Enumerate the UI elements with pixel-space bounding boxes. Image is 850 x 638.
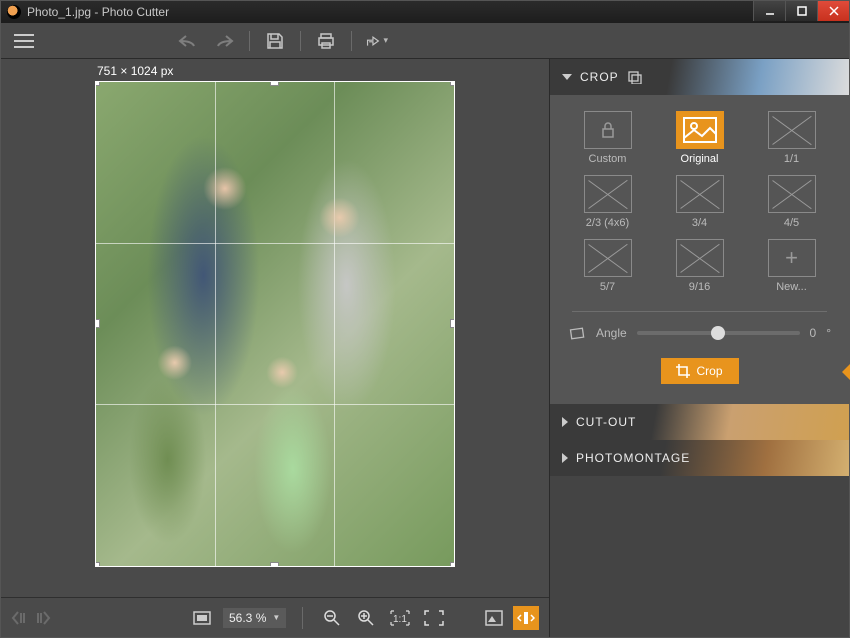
divider [572,311,827,312]
app-logo-icon [7,5,21,19]
svg-text:1:1: 1:1 [393,614,407,625]
grid-line [96,404,454,405]
compare-view-button[interactable] [481,606,507,630]
crop-handle[interactable] [450,562,455,567]
ratio-icon: + [768,239,816,277]
actual-size-button[interactable]: 1:1 [387,606,413,630]
zoom-percent[interactable]: 56.3 %▼ [223,608,286,628]
angle-value: 0 [810,326,817,340]
ratio-label: 9/16 [689,281,710,293]
ratio-icon [768,111,816,149]
ratio-1-1[interactable]: 1/1 [755,111,829,165]
angle-slider[interactable] [637,331,800,335]
zoom-in-button[interactable] [353,606,379,630]
crop-handle[interactable] [450,81,455,86]
separator [300,31,301,51]
fit-screen-button[interactable] [189,606,215,630]
crop-button-label: Crop [696,364,722,378]
ratio-icon [584,175,632,213]
print-button[interactable] [315,30,337,52]
window-title: Photo_1.jpg - Photo Cutter [27,5,169,19]
next-image-button[interactable] [33,609,51,627]
ratio-label: New... [776,281,807,293]
bottom-bar: 56.3 %▼ 1:1 [1,597,549,637]
ratio-icon [676,175,724,213]
grid-line [215,82,216,566]
expand-panel-arrow-icon[interactable] [842,364,850,380]
save-button[interactable] [264,30,286,52]
chevron-right-icon [562,453,568,463]
prev-image-button[interactable] [11,609,29,627]
crop-icon [676,364,690,378]
ratio-2-3-4x6-[interactable]: 2/3 (4x6) [571,175,645,229]
ratio-9-16[interactable]: 9/16 [663,239,737,293]
crop-handle[interactable] [270,562,279,567]
zoom-out-button[interactable] [319,606,345,630]
crop-handle[interactable] [450,319,455,328]
photomontage-panel-label: PHOTOMONTAGE [576,451,690,465]
crop-panel-label: CROP [580,70,619,84]
crop-handle[interactable] [270,81,279,86]
crop-panel-body: Custom Original 1/1 2/3 (4x6) 3/4 4/5 5/7 9/16 +… [550,95,849,404]
ratio-5-7[interactable]: 5/7 [571,239,645,293]
ratio-3-4[interactable]: 3/4 [663,175,737,229]
ratio-icon [676,239,724,277]
undo-button[interactable] [177,30,199,52]
separator [351,31,352,51]
angle-unit: ° [826,326,831,340]
crop-handle[interactable] [95,319,100,328]
grid-line [96,243,454,244]
ratio-icon [768,175,816,213]
close-button[interactable] [817,1,849,21]
side-panel: CROP Custom Original 1/1 2/3 (4x6) 3/4 4/5 5/7… [549,59,849,637]
menu-button[interactable] [11,28,37,54]
angle-label: Angle [596,326,627,340]
titlebar: Photo_1.jpg - Photo Cutter [1,1,849,23]
ratio-label: 5/7 [600,281,615,293]
minimize-button[interactable] [753,1,785,21]
zoom-value: 56.3 % [229,611,266,625]
ratio-label: 3/4 [692,217,707,229]
crop-panel-header[interactable]: CROP [550,59,849,95]
separator [302,607,303,629]
chevron-right-icon [562,417,568,427]
ratio-icon [676,111,724,149]
rotate-icon [568,326,586,340]
photomontage-panel-header[interactable]: PHOTOMONTAGE [550,440,849,476]
main-toolbar: ▾ [1,23,849,59]
chevron-down-icon [562,74,572,80]
single-view-button[interactable] [513,606,539,630]
separator [249,31,250,51]
ratio-custom[interactable]: Custom [571,111,645,165]
crop-rectangle[interactable] [95,81,455,567]
ratio-icon [584,111,632,149]
grid-line [334,82,335,566]
maximize-button[interactable] [785,1,817,21]
ratio-label: Original [681,153,719,165]
ratio-icon [584,239,632,277]
ratio-4-5[interactable]: 4/5 [755,175,829,229]
ratio-label: 4/5 [784,217,799,229]
ratio-original[interactable]: Original [663,111,737,165]
redo-button[interactable] [213,30,235,52]
ratio-label: 2/3 (4x6) [586,217,629,229]
canvas-area: 751 × 1024 px [1,59,549,637]
share-button[interactable]: ▾ [366,30,388,52]
crop-handle[interactable] [95,562,100,567]
ratio-new-[interactable]: + New... [755,239,829,293]
ratio-label: 1/1 [784,153,799,165]
crop-icon [627,70,643,84]
app-window: Photo_1.jpg - Photo Cutter ▾ 751 × 1024 … [0,0,850,638]
slider-thumb[interactable] [711,326,725,340]
fullscreen-button[interactable] [421,606,447,630]
crop-handle[interactable] [95,81,100,86]
crop-apply-button[interactable]: Crop [661,358,739,384]
image-dimensions-label: 751 × 1024 px [97,64,173,78]
cutout-panel-header[interactable]: CUT-OUT [550,404,849,440]
ratio-label: Custom [589,153,627,165]
cutout-panel-label: CUT-OUT [576,415,636,429]
